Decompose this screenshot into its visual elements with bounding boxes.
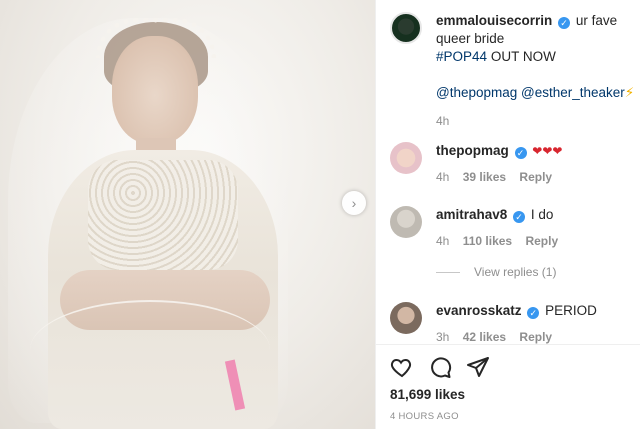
comment-likes[interactable]: 42 likes: [463, 330, 506, 344]
caption-hashtag-suffix: OUT NOW: [490, 49, 556, 64]
comment-text: I do: [530, 207, 554, 222]
comment-time[interactable]: 4h: [436, 170, 449, 184]
comment-time[interactable]: 3h: [436, 330, 449, 344]
caption-time[interactable]: 4h: [436, 114, 449, 128]
action-bar: 81,699 likes 4 HOURS AGO: [376, 344, 640, 429]
comment: evanrosskatz ✓ PERIOD 3h 42 likes Reply: [390, 302, 636, 344]
reply-button[interactable]: Reply: [519, 330, 552, 344]
comment-icon[interactable]: [428, 355, 452, 379]
verified-icon: ✓: [513, 211, 526, 223]
comments-panel: emmalouisecorrin ✓ ur fave queer bride #…: [375, 0, 640, 429]
post-timestamp[interactable]: 4 HOURS AGO: [390, 411, 459, 422]
lace-bodice: [88, 160, 238, 270]
reply-button[interactable]: Reply: [519, 170, 552, 184]
instagram-post: › emmalouisecorrin ✓ ur fave queer bride…: [0, 0, 640, 429]
reply-button[interactable]: Reply: [525, 234, 558, 248]
mention-link[interactable]: @thepopmag: [436, 85, 517, 100]
comment-text: ❤❤❤: [532, 144, 563, 158]
verified-icon: ✓: [558, 17, 571, 29]
comment-username[interactable]: amitrahav8: [436, 207, 507, 222]
avatar[interactable]: [390, 206, 422, 238]
mention-link[interactable]: @esther_theaker: [521, 85, 625, 100]
comment: thepopmag ✓ ❤❤❤ 4h 39 likes Reply: [390, 142, 636, 186]
comment: amitrahav8 ✓ I do 4h 110 likes Reply: [390, 206, 636, 250]
comments-scroll[interactable]: emmalouisecorrin ✓ ur fave queer bride #…: [376, 0, 640, 344]
verified-icon: ✓: [527, 307, 540, 319]
comment-likes[interactable]: 39 likes: [463, 170, 506, 184]
caption-username[interactable]: emmalouisecorrin: [436, 13, 552, 28]
avatar[interactable]: [390, 142, 422, 174]
likes-count[interactable]: 81,699 likes: [390, 387, 465, 402]
next-image-button[interactable]: ›: [342, 191, 366, 215]
comment-likes[interactable]: 110 likes: [463, 234, 512, 248]
avatar[interactable]: [390, 12, 422, 44]
share-icon[interactable]: [466, 355, 490, 379]
view-replies-label: View replies (1): [474, 265, 557, 279]
caption: emmalouisecorrin ✓ ur fave queer bride #…: [390, 12, 636, 130]
view-replies-button[interactable]: View replies (1): [436, 265, 556, 279]
lightning-icon: ⚡: [624, 85, 635, 100]
hashtag-link[interactable]: #POP44: [436, 49, 487, 64]
comment-text: PERIOD: [545, 303, 597, 318]
comment-username[interactable]: evanrosskatz: [436, 303, 522, 318]
chevron-right-icon: ›: [351, 195, 357, 211]
floral-crown: [96, 18, 216, 58]
comment-username[interactable]: thepopmag: [436, 143, 509, 158]
heart-icon[interactable]: [390, 355, 414, 379]
post-image[interactable]: ›: [0, 0, 375, 429]
divider: [436, 271, 460, 273]
comment-time[interactable]: 4h: [436, 234, 449, 248]
avatar[interactable]: [390, 302, 422, 334]
verified-icon: ✓: [514, 147, 527, 159]
